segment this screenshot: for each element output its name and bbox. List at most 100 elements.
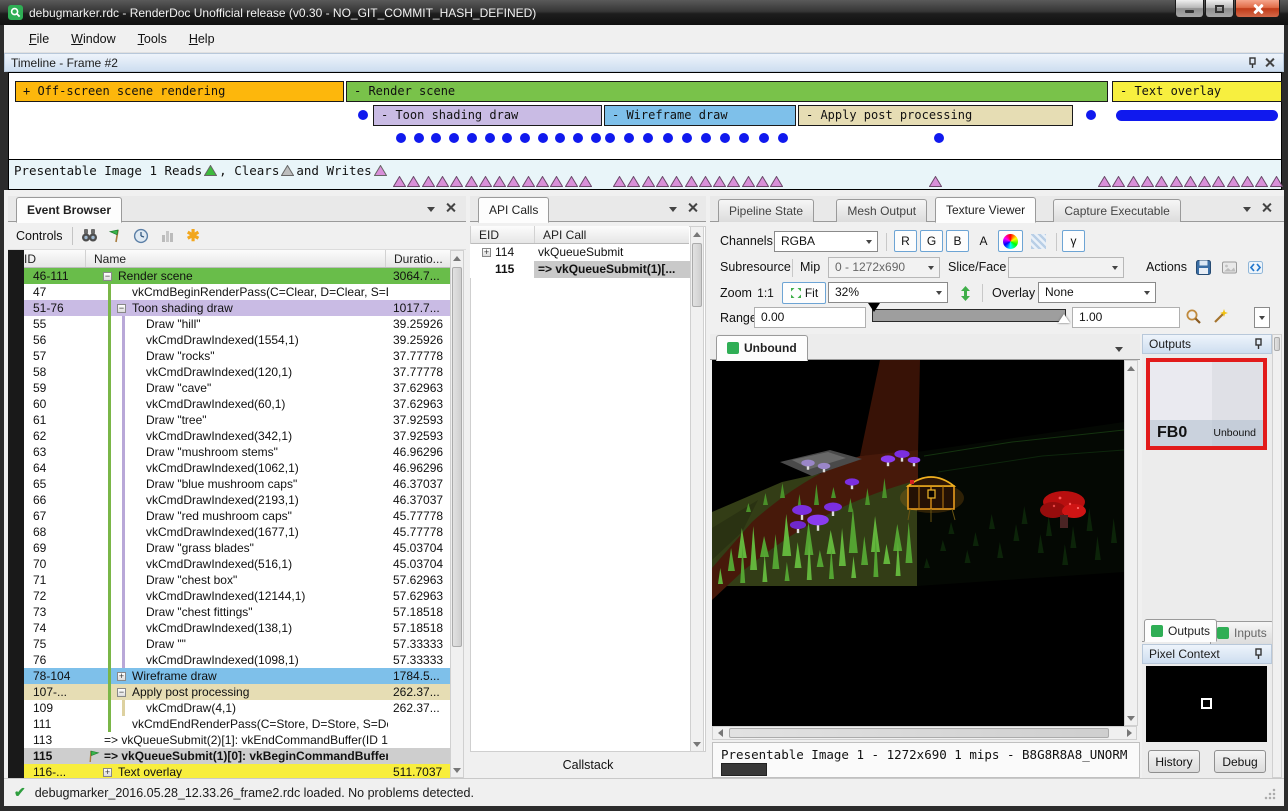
- expand-box[interactable]: +: [482, 248, 491, 257]
- close-button[interactable]: [1235, 0, 1280, 18]
- zoom-range-icon[interactable]: [1184, 307, 1203, 326]
- event-row[interactable]: 113=> vkQueueSubmit(2)[1]: vkEndCommandB…: [24, 732, 450, 748]
- resource-usage-marker[interactable]: [1155, 176, 1168, 187]
- event-row[interactable]: 115=> vkQueueSubmit(1)[0]: vkBeginComman…: [24, 748, 450, 764]
- event-row[interactable]: 109vkCmdDraw(4,1)262.37...: [24, 700, 450, 716]
- timeline-canvas[interactable]: + Off-screen scene rendering- Render sce…: [8, 72, 1282, 160]
- channels-combo[interactable]: RGBA: [774, 231, 878, 252]
- tab-unbound-texture[interactable]: Unbound: [716, 335, 808, 361]
- event-row[interactable]: 61Draw "tree"37.92593: [24, 412, 450, 428]
- tab-inputs[interactable]: Inputs: [1210, 621, 1274, 644]
- event-row[interactable]: 67Draw "red mushroom caps"45.77778: [24, 508, 450, 524]
- resource-usage-marker[interactable]: [699, 176, 712, 187]
- texture-hscrollbar[interactable]: [712, 726, 1137, 740]
- timeline-marker-bar[interactable]: - Toon shading draw: [373, 105, 602, 126]
- resource-usage-marker[interactable]: [770, 176, 783, 187]
- timeline-event-dot[interactable]: [467, 133, 477, 143]
- pin-icon[interactable]: [1251, 337, 1265, 351]
- timeline-event-dot[interactable]: [778, 133, 788, 143]
- event-row[interactable]: 57Draw "rocks"37.77778: [24, 348, 450, 364]
- resource-usage-marker[interactable]: [393, 176, 406, 187]
- texture-image[interactable]: [712, 360, 1124, 726]
- scrollbar-thumb[interactable]: [452, 267, 462, 647]
- timeline-event-dot[interactable]: [396, 133, 406, 143]
- goto-event-icon[interactable]: [106, 226, 125, 245]
- timeline-marker-bar[interactable]: - Render scene: [346, 81, 1108, 102]
- timeline-event-dot[interactable]: [358, 110, 368, 120]
- event-row[interactable]: 73Draw "chest fittings"57.18518: [24, 604, 450, 620]
- event-row[interactable]: 70vkCmdDrawIndexed(516,1)45.03704: [24, 556, 450, 572]
- event-row[interactable]: 78-104+Wireframe draw1784.5...: [24, 668, 450, 684]
- scroll-down-arrow[interactable]: [1125, 712, 1137, 724]
- overlay-combo[interactable]: None: [1038, 282, 1156, 303]
- timeline-event-dot[interactable]: [643, 133, 653, 143]
- scrollbar-thumb[interactable]: [729, 728, 1109, 738]
- resource-usage-marker[interactable]: [756, 176, 769, 187]
- channel-b-button[interactable]: B: [946, 230, 969, 252]
- panel-close-icon[interactable]: [1260, 203, 1274, 215]
- pixel-context-view[interactable]: [1146, 666, 1267, 742]
- resource-usage-marker[interactable]: [479, 176, 492, 187]
- resource-usage-marker[interactable]: [1127, 176, 1140, 187]
- expand-box[interactable]: +: [103, 768, 112, 777]
- event-row[interactable]: 71Draw "chest box"57.62963: [24, 572, 450, 588]
- gamma-button[interactable]: γ: [1062, 230, 1085, 252]
- tab-capture-executable[interactable]: Capture Executable: [1053, 199, 1180, 222]
- event-row[interactable]: 63Draw "mushroom stems"46.96296: [24, 444, 450, 460]
- api-call-row[interactable]: +114vkQueueSubmit: [470, 244, 690, 261]
- timeline-panel-header[interactable]: Timeline - Frame #2: [4, 53, 1284, 72]
- scroll-up-arrow[interactable]: [1125, 362, 1137, 374]
- event-row[interactable]: 59Draw "cave"37.62963: [24, 380, 450, 396]
- timeline-event-dot[interactable]: [414, 133, 424, 143]
- column-eid[interactable]: EID: [471, 226, 535, 243]
- zoom-combo[interactable]: 32%: [828, 282, 948, 303]
- timeline-event-dot[interactable]: [701, 133, 711, 143]
- event-row[interactable]: 55Draw "hill"39.25926: [24, 316, 450, 332]
- timeline-event-dot[interactable]: [502, 133, 512, 143]
- event-browser-header[interactable]: EID Name Duratio...: [8, 250, 450, 268]
- resource-usage-marker[interactable]: [1170, 176, 1183, 187]
- timeline-event-dot[interactable]: [682, 133, 692, 143]
- scroll-up-arrow[interactable]: [691, 228, 703, 240]
- history-button[interactable]: History: [1148, 750, 1200, 773]
- event-row[interactable]: 62vkCmdDrawIndexed(342,1)37.92593: [24, 428, 450, 444]
- timeline-resource-track[interactable]: Presentable Image 1 Reads , Clears and W…: [8, 160, 1282, 190]
- menu-help[interactable]: Help: [178, 28, 226, 50]
- timeline-event-dot[interactable]: [485, 133, 495, 143]
- scroll-down-arrow[interactable]: [691, 738, 703, 750]
- resource-usage-marker[interactable]: [493, 176, 506, 187]
- tab-mesh-output[interactable]: Mesh Output: [836, 199, 927, 222]
- time-events-icon[interactable]: [132, 226, 151, 245]
- panel-close-icon[interactable]: [686, 203, 700, 215]
- autofit-wand-icon[interactable]: [1210, 307, 1229, 326]
- event-row[interactable]: 46-111−Render scene3064.7...: [24, 268, 450, 284]
- timeline-event-dot[interactable]: [663, 133, 673, 143]
- event-browser-scrollbar[interactable]: [450, 250, 464, 778]
- event-row[interactable]: 65Draw "blue mushroom caps"46.37037: [24, 476, 450, 492]
- custom-display-button[interactable]: [998, 230, 1023, 252]
- scroll-up-arrow[interactable]: [451, 252, 463, 264]
- save-texture-icon[interactable]: [1194, 258, 1213, 277]
- timeline-event-dot[interactable]: [573, 133, 583, 143]
- api-call-row[interactable]: 115=> vkQueueSubmit(1)[...: [470, 261, 690, 278]
- flip-y-button[interactable]: [954, 282, 976, 304]
- callstack-footer[interactable]: Callstack: [470, 752, 706, 778]
- panel-menu-icon[interactable]: [1240, 203, 1254, 215]
- range-min-input[interactable]: 0.00: [754, 307, 866, 328]
- resource-usage-marker[interactable]: [627, 176, 640, 187]
- resource-usage-marker[interactable]: [1098, 176, 1111, 187]
- texture-vscrollbar[interactable]: [1124, 360, 1138, 726]
- zoom-1to1-button[interactable]: 1:1: [752, 282, 779, 304]
- pin-icon[interactable]: [1251, 647, 1265, 661]
- checker-background-button[interactable]: [1026, 230, 1051, 252]
- collapse-box[interactable]: −: [117, 304, 126, 313]
- timeline-event-cluster[interactable]: [1116, 110, 1278, 121]
- resource-usage-marker[interactable]: [1212, 176, 1225, 187]
- resource-usage-marker[interactable]: [642, 176, 655, 187]
- event-row[interactable]: 60vkCmdDrawIndexed(60,1)37.62963: [24, 396, 450, 412]
- api-calls-header[interactable]: EID API Call: [471, 226, 689, 244]
- column-duration[interactable]: Duratio...: [386, 250, 450, 267]
- channel-r-button[interactable]: R: [894, 230, 917, 252]
- event-row[interactable]: 72vkCmdDrawIndexed(12144,1)57.62963: [24, 588, 450, 604]
- menu-file[interactable]: File: [18, 28, 60, 50]
